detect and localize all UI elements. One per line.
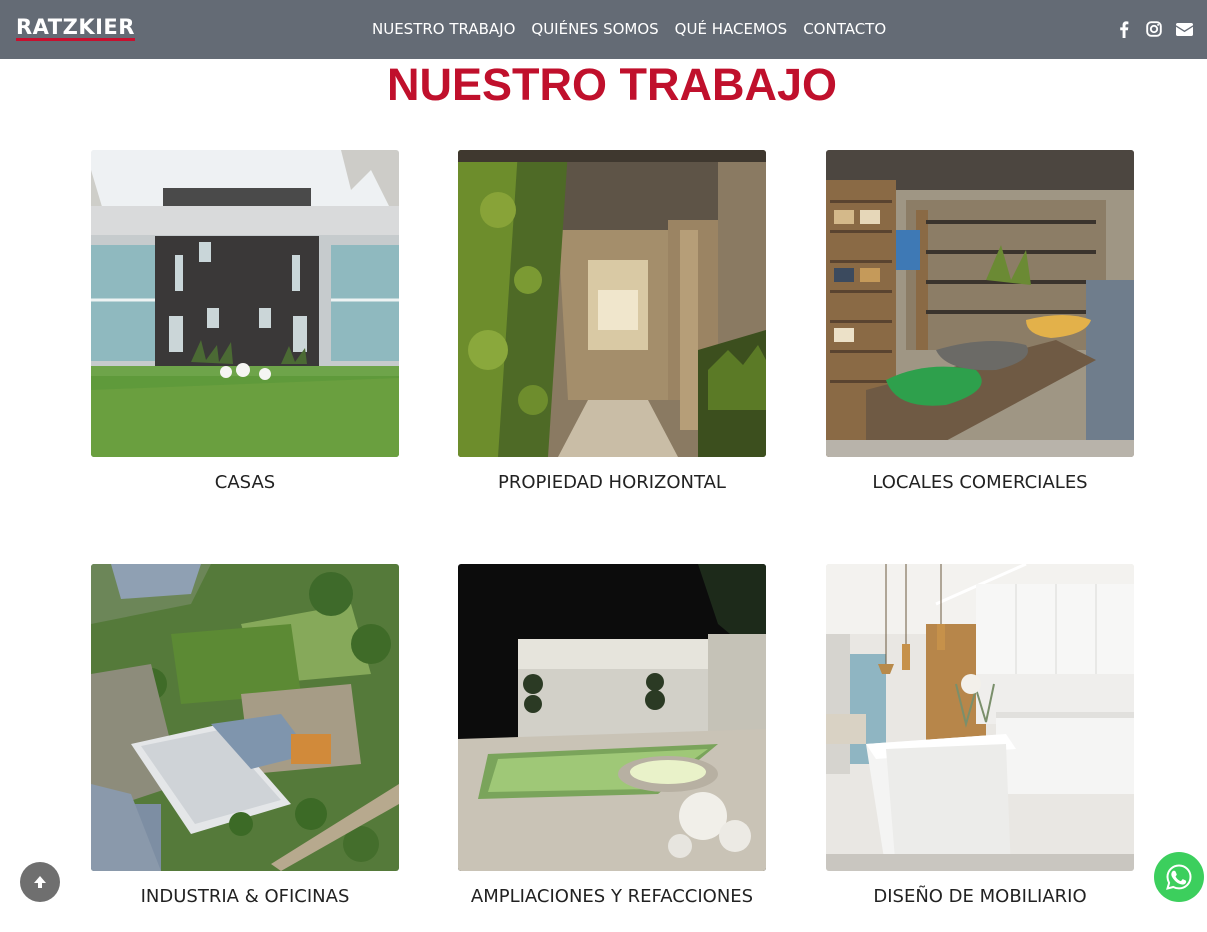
card-label: CASAS [214,472,276,493]
arrow-up-icon [34,876,46,888]
instagram-icon[interactable] [1145,20,1163,38]
card-ampliaciones-refacciones[interactable]: AMPLIACIONES Y REFACCIONES [458,564,766,907]
facebook-icon[interactable] [1115,20,1133,38]
nav-link-que-hacemos[interactable]: QUÉ HACEMOS [675,19,788,39]
navbar: RATZKIER NUESTRO TRABAJO QUIÉNES SOMOS Q… [0,0,1207,59]
card-diseno-mobiliario[interactable]: DISEÑO DE MOBILIARIO [826,564,1134,907]
main-nav: NUESTRO TRABAJO QUIÉNES SOMOS QUÉ HACEMO… [372,19,886,39]
kitchen-photo[interactable] [826,564,1134,871]
nav-link-quienes-somos[interactable]: QUIÉNES SOMOS [531,19,658,39]
nav-link-nuestro-trabajo[interactable]: NUESTRO TRABAJO [372,19,515,39]
nav-link-contacto[interactable]: CONTACTO [803,19,886,39]
card-label: AMPLIACIONES Y REFACCIONES [470,886,754,907]
card-label: INDUSTRIA & OFICINAS [140,886,350,907]
logo-underline [16,38,135,41]
card-industria-oficinas[interactable]: INDUSTRIA & OFICINAS [91,564,399,907]
aerial-photo[interactable] [91,564,399,871]
card-casas[interactable]: CASAS [91,150,399,493]
whatsapp-button[interactable] [1154,852,1204,902]
card-label: DISEÑO DE MOBILIARIO [873,886,1087,907]
page-title: NUESTRO TRABAJO [386,59,838,110]
logo[interactable]: RATZKIER [16,16,135,38]
social-links [1115,20,1193,38]
card-propiedad-horizontal[interactable]: PROPIEDAD HORIZONTAL [458,150,766,493]
envelope-icon[interactable] [1175,20,1193,38]
whatsapp-icon [1166,864,1192,890]
scroll-to-top-button[interactable] [20,862,60,902]
store-photo[interactable] [826,150,1134,457]
card-label: PROPIEDAD HORIZONTAL [498,472,726,493]
atrium-photo[interactable] [458,150,766,457]
pool-photo[interactable] [458,564,766,871]
card-locales-comerciales[interactable]: LOCALES COMERCIALES [826,150,1134,493]
card-label: LOCALES COMERCIALES [872,472,1088,493]
house-photo[interactable] [91,150,399,457]
